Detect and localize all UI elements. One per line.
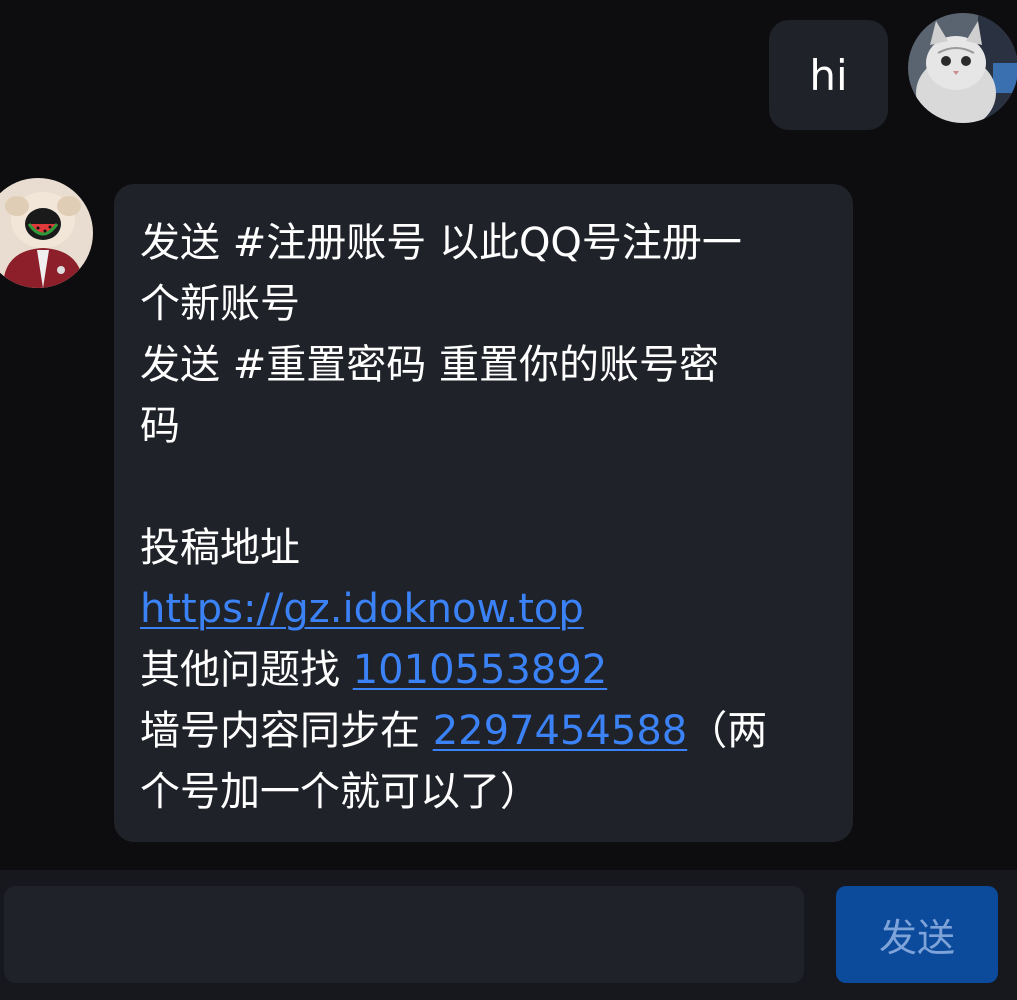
chat-area: hi 发送 #注册账号 以此QQ号注册一 个新账号 发送 #重置密码 重置你的账… (0, 0, 1017, 870)
message-line: 发送 #注册账号 以此QQ号注册一 (140, 220, 742, 266)
bot-message-bubble[interactable]: 发送 #注册账号 以此QQ号注册一 个新账号 发送 #重置密码 重置你的账号密 … (114, 184, 853, 842)
other-questions-label: 其他问题找 (140, 647, 353, 693)
message-composer: 发送 (0, 870, 1017, 1000)
watermelon-face-avatar-icon[interactable] (0, 178, 93, 288)
message-line: 发送 #重置密码 重置你的账号密 (140, 342, 719, 388)
sync-label: 墙号内容同步在 (140, 708, 433, 754)
contact-qq-link[interactable]: 1010553892 (353, 647, 608, 693)
cat-avatar-icon[interactable] (908, 13, 1017, 123)
message-line: 码 (140, 403, 180, 449)
sync-suffix-text: （两 (687, 708, 768, 754)
submission-url-link[interactable]: https://gz.idoknow.top (140, 586, 584, 632)
message-line: 个新账号 (140, 281, 300, 327)
self-message-text: hi (809, 50, 848, 100)
message-input[interactable] (4, 886, 804, 983)
self-message-bubble[interactable]: hi (769, 20, 888, 130)
sync-qq-link[interactable]: 2297454588 (433, 708, 688, 754)
message-line: 投稿地址 (140, 525, 300, 571)
message-line: 个号加一个就可以了） (140, 769, 540, 815)
send-button[interactable]: 发送 (836, 886, 998, 983)
